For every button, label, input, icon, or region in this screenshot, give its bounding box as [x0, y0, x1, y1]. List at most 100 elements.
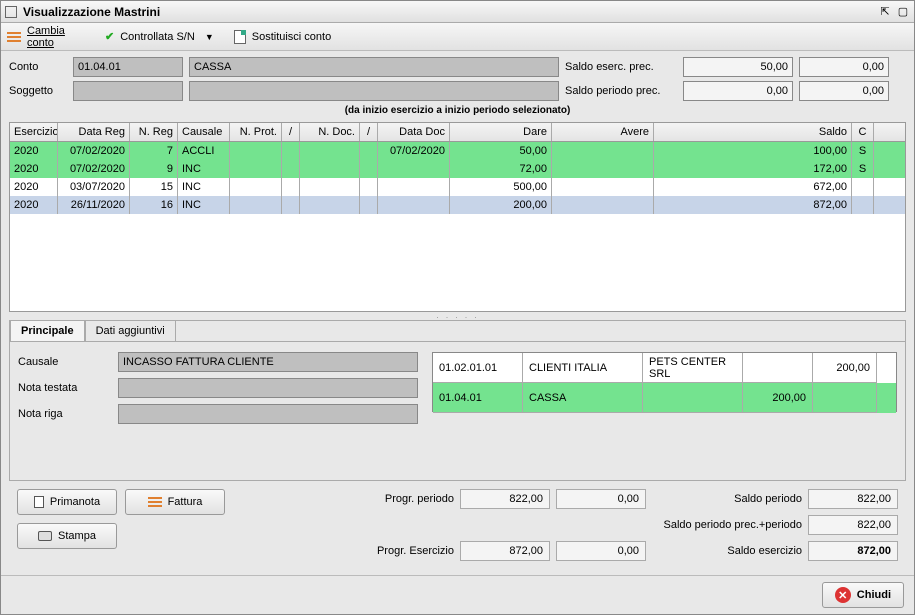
cell — [230, 160, 282, 178]
cell: 2020 — [10, 178, 58, 196]
nota-riga-field — [118, 404, 418, 424]
saldo-eserc-prec-avere: 0,00 — [799, 57, 889, 77]
cell — [378, 160, 450, 178]
causale-label: Causale — [18, 356, 118, 368]
splitter[interactable]: · · · · · — [9, 312, 906, 320]
detail-cell: 200,00 — [743, 383, 813, 413]
progr-esercizio-avere: 0,00 — [556, 541, 646, 561]
table-row[interactable]: 202007/02/20209INC72,00172,00S — [10, 160, 905, 178]
conto-name-field[interactable]: CASSA — [189, 57, 559, 77]
saldo-eserc-prec-label: Saldo eserc. prec. — [565, 61, 677, 73]
col-header[interactable]: / — [282, 123, 300, 141]
soggetto-name-field[interactable] — [189, 81, 559, 101]
cell: ACCLI — [178, 142, 230, 160]
table-row[interactable]: 202003/07/202015INC500,00672,00 — [10, 178, 905, 196]
cell — [552, 196, 654, 214]
detail-cell: 01.04.01 — [433, 383, 523, 413]
table-row[interactable]: 202026/11/202016INC200,00872,00 — [10, 196, 905, 214]
conto-code-field[interactable]: 01.04.01 — [73, 57, 183, 77]
cell — [852, 178, 874, 196]
doc-icon — [34, 496, 44, 508]
progr-periodo-avere: 0,00 — [556, 489, 646, 509]
cell — [360, 178, 378, 196]
cell — [552, 160, 654, 178]
detail-row[interactable]: 01.02.01.01CLIENTI ITALIAPETS CENTER SRL… — [433, 353, 896, 383]
hint-text: (da inizio esercizio a inizio periodo se… — [9, 105, 906, 116]
saldo-periodo-prec-label: Saldo periodo prec. — [565, 85, 677, 97]
stampa-button[interactable]: Stampa — [17, 523, 117, 549]
cell: 72,00 — [450, 160, 552, 178]
col-header[interactable]: Saldo — [654, 123, 852, 141]
col-header[interactable]: Data Reg — [58, 123, 130, 141]
detail-row[interactable]: 01.04.01CASSA200,00 — [433, 383, 896, 413]
col-header[interactable]: Causale — [178, 123, 230, 141]
movements-grid[interactable]: EsercizioData RegN. RegCausaleN. Prot./N… — [9, 122, 906, 312]
nota-riga-label: Nota riga — [18, 408, 118, 420]
progr-esercizio-label: Progr. Esercizio — [344, 545, 454, 557]
fattura-button[interactable]: Fattura — [125, 489, 225, 515]
col-header[interactable]: N. Prot. — [230, 123, 282, 141]
maximize-icon[interactable]: ▢ — [896, 5, 910, 19]
cell — [360, 196, 378, 214]
col-header[interactable]: N. Doc. — [300, 123, 360, 141]
cell: 9 — [130, 160, 178, 178]
cell — [300, 160, 360, 178]
window: Visualizzazione Mastrini ⇱ ▢ Cambia cont… — [0, 0, 915, 615]
table-row[interactable]: 202007/02/20207ACCLI07/02/202050,00100,0… — [10, 142, 905, 160]
cell — [282, 160, 300, 178]
progr-periodo-label: Progr. periodo — [344, 493, 454, 505]
cambia-conto-button[interactable]: Cambia conto — [7, 25, 85, 49]
cell — [378, 196, 450, 214]
detail-cell: CLIENTI ITALIA — [523, 353, 643, 383]
saldo-esercizio-value: 872,00 — [808, 541, 898, 561]
tab-principale[interactable]: Principale — [10, 320, 85, 341]
cell: 15 — [130, 178, 178, 196]
cell — [300, 178, 360, 196]
cell — [552, 142, 654, 160]
col-header[interactable]: / — [360, 123, 378, 141]
soggetto-code-field[interactable] — [73, 81, 183, 101]
cell — [360, 160, 378, 178]
cell — [360, 142, 378, 160]
restore-icon[interactable]: ⇱ — [878, 5, 892, 19]
window-title: Visualizzazione Mastrini — [23, 5, 874, 19]
detail-cell: PETS CENTER SRL — [643, 353, 743, 383]
detail-cell — [643, 383, 743, 413]
saldo-eserc-prec-dare: 50,00 — [683, 57, 793, 77]
cell — [552, 178, 654, 196]
print-icon — [38, 531, 52, 541]
cell — [282, 196, 300, 214]
col-header[interactable]: Dare — [450, 123, 552, 141]
cell: INC — [178, 178, 230, 196]
cell: 872,00 — [654, 196, 852, 214]
saldo-periodo-label: Saldo periodo — [652, 493, 802, 505]
cell: 172,00 — [654, 160, 852, 178]
cell: 07/02/2020 — [58, 160, 130, 178]
primanota-button[interactable]: Primanota — [17, 489, 117, 515]
titlebar: Visualizzazione Mastrini ⇱ ▢ — [1, 1, 914, 23]
cell: 7 — [130, 142, 178, 160]
cell: 03/07/2020 — [58, 178, 130, 196]
cell: INC — [178, 160, 230, 178]
tab-dati-aggiuntivi[interactable]: Dati aggiuntivi — [85, 320, 176, 341]
cell: 672,00 — [654, 178, 852, 196]
cell: 200,00 — [450, 196, 552, 214]
cell: INC — [178, 196, 230, 214]
cell: 50,00 — [450, 142, 552, 160]
col-header[interactable]: Avere — [552, 123, 654, 141]
controllata-button[interactable]: ✔ Controllata S/N ▼ — [105, 30, 214, 43]
detail-table[interactable]: 01.02.01.01CLIENTI ITALIAPETS CENTER SRL… — [432, 352, 897, 412]
soggetto-label: Soggetto — [9, 85, 67, 97]
col-header[interactable]: C — [852, 123, 874, 141]
col-header[interactable]: Esercizio — [10, 123, 58, 141]
detail-cell — [743, 353, 813, 383]
col-header[interactable]: N. Reg — [130, 123, 178, 141]
col-header[interactable]: Data Doc — [378, 123, 450, 141]
sostituisci-conto-button[interactable]: Sostituisci conto — [234, 30, 331, 44]
list-icon — [7, 32, 21, 42]
progr-esercizio-dare: 872,00 — [460, 541, 550, 561]
nota-testata-label: Nota testata — [18, 382, 118, 394]
cell: 2020 — [10, 142, 58, 160]
cell — [230, 196, 282, 214]
chiudi-button[interactable]: ✕ Chiudi — [822, 582, 904, 608]
